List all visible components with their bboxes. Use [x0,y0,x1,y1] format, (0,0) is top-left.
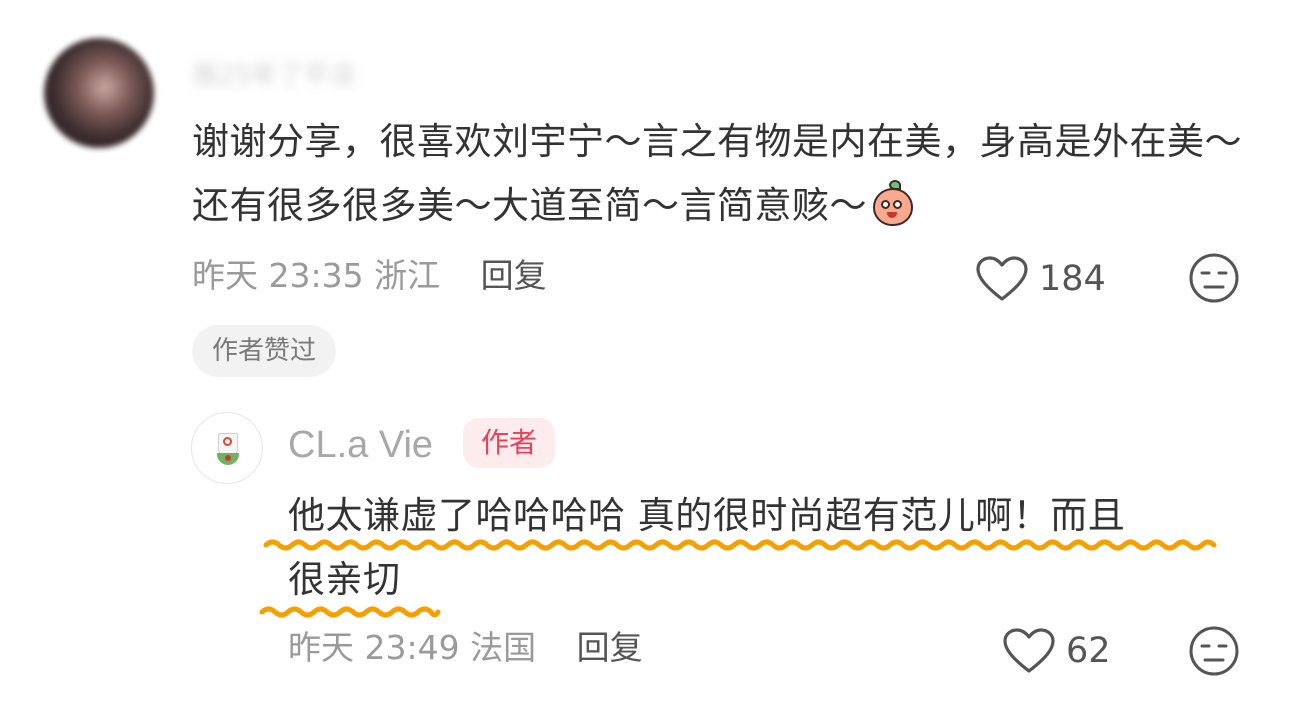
heart-outline-icon [976,256,1028,301]
comment-location: 浙江 [374,256,441,295]
reply-time: 昨天 23:49 [288,628,460,667]
comment-body: 谢谢分享，很喜欢刘宇宁～言之有物是内在美，身高是外在美～还有很多很多美～大道至简… [192,110,1252,238]
author-liked-badge: 作者赞过 [192,325,337,377]
reply-author-avatar[interactable] [191,412,263,484]
reply-button[interactable]: 回复 [481,256,547,295]
like-button[interactable]: 184 [975,254,1106,304]
reply-location: 法国 [470,628,537,667]
meh-face-icon [1189,253,1239,303]
avatar-cup-mark [223,437,232,446]
comment-meta: 昨天 23:35 浙江 回复 [192,254,547,298]
comment-text: 谢谢分享，很喜欢刘宇宁～言之有物是内在美，身高是外在美～还有很多很多美～大道至简… [192,120,1242,227]
avatar-cup-dot [225,455,231,461]
reply-author-name[interactable]: CL.a Vie [288,420,433,470]
reply-text-line2: 很亲切 [288,558,401,601]
reply-dislike-button[interactable] [1188,625,1240,681]
reply-meta: 昨天 23:49 法国 回复 [288,626,643,670]
meh-face-icon [1189,626,1239,676]
comment-time: 昨天 23:35 [192,256,364,295]
dislike-button[interactable] [1188,252,1240,308]
like-count: 184 [1039,259,1106,299]
reply-like-button[interactable]: 62 [1002,626,1111,676]
commenter-avatar[interactable] [44,38,154,148]
author-tag-badge: 作者 [463,418,556,468]
reply-like-count: 62 [1066,631,1111,671]
reply-text-line1: 他太谦虚了哈哈哈哈 真的很时尚超有范儿啊！而且 [288,494,1126,537]
reply-reply-button[interactable]: 回复 [577,628,643,667]
peach-sticker-icon [871,180,915,228]
reply-body: 他太谦虚了哈哈哈哈 真的很时尚超有范儿啊！而且 很亲切 [288,484,1248,612]
heart-outline-icon [1003,628,1055,673]
commenter-username[interactable]: 我25年了平淡 [192,58,442,94]
